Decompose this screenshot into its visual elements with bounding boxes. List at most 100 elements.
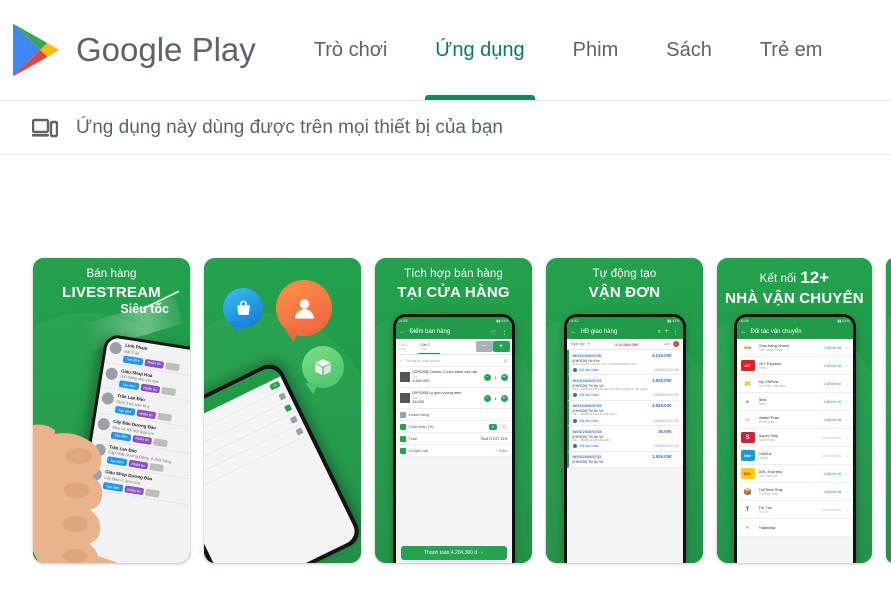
quantity-stepper[interactable]: − 1 +: [483, 373, 508, 381]
chevron-down-icon[interactable]: ▾: [588, 342, 590, 346]
app-bar: ← HĐ giao hàng ⌕ + ⋮: [566, 325, 683, 339]
invoice-row[interactable]: INV3/2020/0732 1.925.000 ⋯ [KH0026] Thị Ân…: [566, 451, 683, 468]
app-bar: ← Đối tác vận chuyển: [736, 325, 853, 339]
screenshot-pos[interactable]: Tích hợp bán hàng TẠI CỬA HÀNG 01:55 ▮▮ …: [375, 258, 532, 563]
brand-logo-link[interactable]: Google Play: [8, 21, 256, 79]
pos-discount-row[interactable]: Chiết khấu (%) 0 đ: [395, 421, 512, 434]
chevron-down-icon[interactable]: ⌄: [845, 435, 848, 440]
search-icon[interactable]: ⌕: [658, 329, 661, 336]
row-value[interactable]: + Thêm: [495, 449, 507, 453]
invoice-filter-bar[interactable]: Ngày lập ▾ 3.14.404.000 Lọc 3: [566, 339, 683, 350]
increment-button[interactable]: +: [500, 373, 508, 381]
invoice-row[interactable]: INV3/2020/0735 3.929.000 ⋯ [KH0026] Thị Ân…: [566, 400, 683, 427]
chevron-down-icon[interactable]: ⌄: [845, 363, 848, 368]
nav-item-movies[interactable]: Phim: [549, 0, 643, 100]
overflow-menu-icon[interactable]: ⋯: [675, 353, 679, 358]
chat-action-order[interactable]: Tạo đơn: [122, 355, 144, 366]
chevron-down-icon[interactable]: ⌄: [845, 381, 848, 386]
overflow-menu-icon[interactable]: ⋯: [675, 403, 679, 408]
cart-icon[interactable]: 🛒: [490, 329, 497, 336]
carrier-status: 4 đã kết nối: [823, 489, 842, 494]
chevron-down-icon[interactable]: ⌄: [845, 345, 848, 350]
filter-count-label[interactable]: Lọc: [664, 342, 670, 346]
nav-item-apps[interactable]: Ứng dụng: [411, 0, 548, 100]
carrier-row[interactable]: ✉ My VNPost Bưu Điện Việt Nam 1 đã kết nố…: [736, 375, 853, 393]
carrier-row[interactable]: VT Viettel Post Viettel post 1 đã kết nối…: [736, 411, 853, 429]
product-search-field[interactable]: ⌕ Thông tin sản phẩm ▤: [395, 355, 512, 367]
invoice-row[interactable]: INV3/2020/0734 1.925.000 ⋯ [KH0026] Thị Ân…: [566, 375, 683, 401]
decrement-button[interactable]: −: [483, 394, 491, 402]
barcode-scan-icon[interactable]: ▤: [504, 358, 508, 363]
back-arrow-icon[interactable]: ←: [400, 329, 406, 335]
carrier-logo-icon: S: [740, 432, 755, 443]
carrier-row[interactable]: Okie OkieLa Okiela Chưa kết nối ⌄: [736, 447, 853, 465]
carrier-row[interactable]: DHL DHL Express DHL Express 1 đã kết nối …: [736, 465, 853, 483]
chat-action-more[interactable]: [165, 361, 180, 371]
invoice-address: Cần - 8900043138 Mã 000 đ: [572, 437, 611, 442]
carrier-logo-icon: J&T: [740, 360, 755, 371]
chevron-down-icon[interactable]: ⌄: [845, 471, 848, 476]
remove-tab-button[interactable]: −: [475, 341, 493, 352]
discount-amount-chip[interactable]: đ: [499, 423, 508, 430]
search-placeholder: Thông tin sản phẩm: [404, 358, 441, 363]
invoice-row[interactable]: INV3/2020/0736 3.216.000 ⋯ [KH0026] Hồ Kim…: [566, 350, 683, 376]
carrier-status: Chưa kết nối: [821, 435, 842, 440]
phone-notch: [783, 314, 806, 317]
overflow-menu-icon[interactable]: ⋮: [673, 329, 679, 336]
chevron-down-icon[interactable]: ⌄: [845, 507, 848, 512]
screenshot-livestream[interactable]: Bán hàng LIVESTREAM Siêu tốc Linh Pham Đ…: [33, 258, 190, 563]
carrier-row[interactable]: 📦 FullTime Ship FullTime Ship 4 đã kết nố…: [736, 483, 853, 501]
invoice-row[interactable]: INV3/2020/0733 25.000 ⋯ [KH0026] Thị Ân Võ…: [566, 426, 683, 452]
package-box-icon: [315, 359, 331, 375]
row-label: Chiết khấu (%): [408, 424, 434, 429]
carrier-row[interactable]: B Best Best 3 đã kết nối ⌄: [736, 393, 853, 411]
screenshot-next-partial[interactable]: [886, 258, 891, 563]
decrement-button[interactable]: −: [483, 373, 491, 381]
overflow-menu-icon[interactable]: ⋯: [675, 429, 679, 434]
screenshot-invoices[interactable]: Tự động tạo VẬN ĐƠN 01:42 ▮▮ 41% ← HĐ gi…: [546, 258, 703, 563]
increment-button[interactable]: +: [500, 394, 508, 402]
overflow-menu-icon[interactable]: ⋮: [502, 329, 508, 336]
pos-tax-row[interactable]: Thuế Thuế GTGT 10%: [395, 433, 512, 446]
add-tab-button[interactable]: +: [492, 341, 510, 352]
carrier-row[interactable]: J&T J&T Express Fixed 1 đã kết nối ⌄: [736, 357, 853, 375]
status-dot: [572, 418, 577, 423]
carrier-row[interactable]: GHN Giao hàng nhanh Giao hàng nhanh 2 đã …: [736, 339, 853, 357]
device-compatibility-bar: Ứng dụng này dùng được trên mọi thiết bị…: [0, 101, 891, 155]
add-icon[interactable]: +: [665, 329, 669, 335]
screenshot-carriers[interactable]: Kết nối 12+ NHÀ VẬN CHUYỂN 02:06 ▮▮ 41% ←…: [717, 258, 872, 563]
chevron-down-icon[interactable]: ⌄: [845, 417, 848, 422]
screenshot-social-bubbles[interactable]: ← Tạo đơn hàng +1: [204, 258, 361, 563]
overflow-menu-icon[interactable]: ⋯: [675, 454, 679, 459]
row-label: Khách hàng: [408, 412, 429, 417]
card-background: [886, 258, 891, 563]
chevron-down-icon[interactable]: ⌄: [845, 489, 848, 494]
quantity-stepper[interactable]: − 1 +: [483, 394, 508, 402]
screenshot-gallery[interactable]: Bán hàng LIVESTREAM Siêu tốc Linh Pham Đ…: [0, 258, 891, 568]
discount-percent-chip[interactable]: 0: [488, 423, 497, 430]
chevron-down-icon[interactable]: ⌄: [845, 399, 848, 404]
status-bar: 01:42 ▮▮ 41%: [566, 317, 683, 325]
checkout-button[interactable]: Thanh toán 4.204.300 đ ›: [400, 546, 507, 560]
chat-action-more[interactable]: [161, 387, 176, 397]
invoice-code: INV3/2020/0733: [572, 428, 602, 434]
carrier-row[interactable]: S Super Ship Super Ship Chưa kết nối ⌄: [736, 429, 853, 447]
pos-customer-row[interactable]: Khách hàng: [395, 409, 512, 422]
back-arrow-icon[interactable]: ←: [741, 329, 747, 335]
nav-label: Phim: [572, 38, 619, 61]
chat-action-more[interactable]: [157, 412, 172, 422]
back-arrow-icon[interactable]: ←: [571, 329, 577, 335]
invoice-address: Cần - 8900043138 Mã 204.000 đ: [572, 412, 617, 417]
carrier-row[interactable]: T Tín Tốc Tín tốc Chưa kết nối ⌄: [736, 501, 853, 519]
pos-tab[interactable]: Cái 1 trống: [396, 339, 418, 354]
pos-tab-selected[interactable]: Cái 2 Cafe: [417, 339, 440, 354]
pos-delivery-row[interactable]: Chuyển mã + Thêm: [395, 445, 512, 458]
overflow-menu-icon[interactable]: ⋯: [675, 378, 679, 383]
app-bar-title: Đối tác vận chuyển: [750, 329, 802, 335]
shopping-bag-icon: [236, 300, 250, 315]
nav-item-books[interactable]: Sách: [642, 0, 736, 100]
nav-item-games[interactable]: Trò chơi: [290, 0, 412, 100]
carrier-row[interactable]: F Flashship: [736, 519, 853, 537]
nav-item-kids[interactable]: Trẻ em: [736, 0, 847, 100]
chevron-down-icon[interactable]: ⌄: [845, 453, 848, 458]
